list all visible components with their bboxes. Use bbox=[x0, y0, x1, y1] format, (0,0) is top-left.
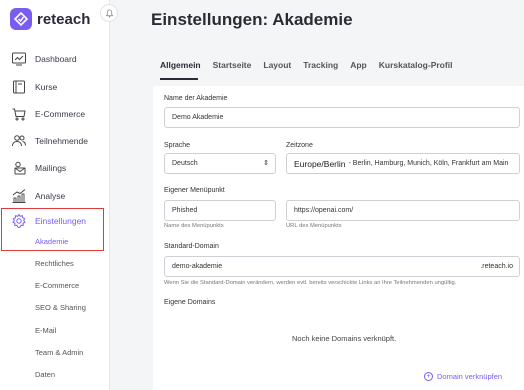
link-domain-label: Domain verknüpfen bbox=[437, 372, 503, 381]
sidebar-item-einstellungen[interactable]: Einstellungen bbox=[0, 211, 108, 231]
tab-startseite[interactable]: Startseite bbox=[213, 60, 252, 70]
select-arrows-icon: ⇕ bbox=[263, 160, 269, 167]
academy-name-value: Demo Akademie bbox=[172, 114, 224, 121]
sidebar-item-label: Mailings bbox=[35, 163, 67, 173]
course-icon bbox=[13, 80, 25, 94]
plus-circle-icon: + bbox=[424, 372, 433, 381]
tab-tracking[interactable]: Tracking bbox=[303, 60, 338, 70]
sidebar-item-teilnehmende[interactable]: Teilnehmende bbox=[0, 131, 108, 151]
users-icon bbox=[12, 135, 26, 147]
sidebar-item-label: Dashboard bbox=[35, 54, 77, 64]
timezone-cities: - Berlin, Hamburg, Munich, Köln, Frankfu… bbox=[348, 160, 509, 167]
sub-item-ecommerce[interactable]: E-Commerce bbox=[35, 281, 79, 290]
chart-icon bbox=[12, 189, 26, 203]
sidebar-item-label: Kurse bbox=[35, 82, 58, 92]
sub-item-daten[interactable]: Daten bbox=[35, 370, 55, 379]
sub-item-seo-sharing[interactable]: SEO & Sharing bbox=[35, 303, 86, 312]
sidebar-item-kurse[interactable]: Kurse bbox=[0, 77, 108, 97]
academy-name-field[interactable]: Demo Akademie bbox=[164, 107, 520, 128]
own-domains-label: Eigene Domains bbox=[164, 299, 216, 306]
reteach-logo-icon bbox=[10, 8, 32, 30]
tab-layout[interactable]: Layout bbox=[263, 60, 291, 70]
sub-item-akademie[interactable]: Akademie bbox=[35, 237, 68, 246]
no-domains-text: Noch keine Domains verknüpft. bbox=[292, 334, 397, 343]
sidebar-item-mailings[interactable]: Mailings bbox=[0, 158, 108, 178]
brand-name: reteach bbox=[37, 10, 91, 28]
menu-url-field[interactable]: https://openai.com/ bbox=[286, 200, 520, 221]
sidebar-item-label: Einstellungen bbox=[35, 216, 87, 226]
language-value: Deutsch bbox=[172, 160, 198, 167]
tab-kurskatalog-profil[interactable]: Kurskatalog-Profil bbox=[379, 60, 453, 70]
language-select[interactable]: Deutsch ⇕ bbox=[164, 153, 276, 174]
menu-item-label: Eigener Menüpunkt bbox=[164, 187, 225, 194]
language-label: Sprache bbox=[164, 142, 191, 149]
gear-icon bbox=[12, 213, 26, 229]
sub-item-rechtliches[interactable]: Rechtliches bbox=[35, 259, 74, 268]
settings-tabs: Allgemein Startseite Layout Tracking App… bbox=[160, 60, 464, 70]
menu-url-value: https://openai.com/ bbox=[294, 207, 354, 214]
settings-card bbox=[153, 86, 524, 390]
sub-item-email[interactable]: E-Mail bbox=[35, 326, 56, 335]
sidebar-item-analyse[interactable]: Analyse bbox=[0, 186, 108, 206]
sidebar-item-ecommerce[interactable]: E-Commerce bbox=[0, 104, 108, 124]
domain-hint: Wenn Sie die Standard-Domain verändern, … bbox=[164, 280, 457, 286]
mail-icon bbox=[14, 161, 26, 175]
dashboard-icon bbox=[12, 52, 26, 66]
domain-suffix: .reteach.io bbox=[480, 263, 513, 270]
logo[interactable]: reteach bbox=[10, 8, 90, 30]
menu-name-hint: Name des Menüpunkts bbox=[164, 223, 224, 229]
menu-url-hint: URL des Menüpunkts bbox=[286, 223, 342, 229]
domain-label: Standard-Domain bbox=[164, 243, 219, 250]
tab-app[interactable]: App bbox=[350, 60, 367, 70]
timezone-label: Zeitzone bbox=[286, 142, 313, 149]
domain-field[interactable]: demo-akademie .reteach.io bbox=[164, 256, 520, 277]
menu-name-field[interactable]: Phished bbox=[164, 200, 276, 221]
sidebar-item-label: Teilnehmende bbox=[35, 136, 88, 146]
sidebar-item-label: E-Commerce bbox=[35, 109, 86, 119]
timezone-value: Europe/Berlin bbox=[294, 158, 346, 169]
link-domain-button[interactable]: + Domain verknüpfen bbox=[424, 372, 502, 381]
active-tab-indicator bbox=[160, 78, 198, 80]
page-title: Einstellungen: Akademie bbox=[151, 10, 353, 29]
sidebar-item-label: Analyse bbox=[35, 191, 66, 201]
tab-allgemein[interactable]: Allgemein bbox=[160, 60, 201, 70]
sidebar: reteach Dashboard Kurse E-Commerce Teiln… bbox=[0, 0, 118, 390]
notification-bell-icon[interactable] bbox=[100, 4, 118, 22]
domain-value: demo-akademie bbox=[172, 263, 223, 270]
timezone-select[interactable]: Europe/Berlin - Berlin, Hamburg, Munich,… bbox=[286, 153, 520, 174]
academy-name-label: Name der Akademie bbox=[164, 95, 228, 102]
cart-icon bbox=[12, 108, 26, 121]
sub-item-team-admin[interactable]: Team & Admin bbox=[35, 348, 83, 357]
sidebar-item-dashboard[interactable]: Dashboard bbox=[0, 49, 108, 69]
menu-name-value: Phished bbox=[172, 207, 198, 214]
